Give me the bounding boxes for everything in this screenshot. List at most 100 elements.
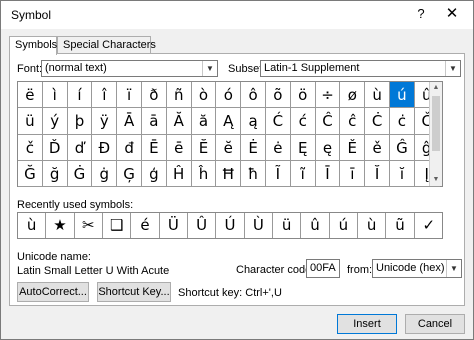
- symbol-cell[interactable]: ā: [142, 108, 167, 135]
- symbol-cell[interactable]: Ě: [340, 134, 366, 161]
- symbol-cell[interactable]: Ħ: [216, 160, 242, 187]
- symbol-cell[interactable]: í: [67, 82, 93, 109]
- recent-symbol-cell[interactable]: û: [301, 213, 330, 238]
- scrollbar-thumb[interactable]: [432, 96, 440, 151]
- symbol-cell[interactable]: Ĭ: [365, 160, 390, 187]
- help-icon[interactable]: ?: [411, 4, 431, 24]
- recent-symbol-cell[interactable]: ★: [46, 213, 75, 238]
- recent-symbol-cell[interactable]: Û: [188, 213, 217, 238]
- symbol-cell[interactable]: Ā: [117, 108, 142, 135]
- character-code-label: Character code:: [236, 264, 315, 276]
- chevron-down-icon[interactable]: ▼: [445, 61, 460, 76]
- symbol-cell[interactable]: ă: [191, 108, 217, 135]
- symbol-cell[interactable]: Ę: [290, 134, 316, 161]
- symbol-grid-scrollbar[interactable]: ▲ ▼: [429, 82, 442, 186]
- symbol-cell[interactable]: Ġ: [67, 160, 93, 187]
- symbol-cell[interactable]: Ĥ: [166, 160, 192, 187]
- symbol-cell[interactable]: ď: [67, 134, 93, 161]
- recent-symbol-cell[interactable]: ✂: [75, 213, 103, 238]
- tab-special-characters[interactable]: Special Characters: [57, 36, 156, 54]
- chevron-down-icon[interactable]: ▼: [446, 260, 461, 277]
- recent-symbol-cell[interactable]: ũ: [386, 213, 415, 238]
- symbol-cell[interactable]: ą: [241, 108, 266, 135]
- symbol-cell[interactable]: ì: [42, 82, 68, 109]
- tab-symbols[interactable]: Symbols: [9, 36, 57, 55]
- symbol-cell[interactable]: ð: [142, 82, 167, 109]
- symbol-cell[interactable]: ġ: [92, 160, 118, 187]
- recent-symbol-cell[interactable]: Ù: [245, 213, 273, 238]
- symbol-cell[interactable]: č: [18, 134, 43, 161]
- shortcut-key-button[interactable]: Shortcut Key...: [97, 282, 171, 302]
- symbol-cell[interactable]: ñ: [166, 82, 192, 109]
- insert-button[interactable]: Insert: [337, 314, 397, 334]
- symbol-cell[interactable]: ĕ: [216, 134, 242, 161]
- symbol-cell[interactable]: ģ: [142, 160, 167, 187]
- recent-symbol-cell[interactable]: ❑: [103, 213, 132, 238]
- symbol-cell[interactable]: ĥ: [191, 160, 217, 187]
- symbol-cell[interactable]: Ď: [42, 134, 68, 161]
- symbol-cell[interactable]: î: [92, 82, 118, 109]
- recent-symbol-cell[interactable]: ü: [273, 213, 302, 238]
- symbol-cell[interactable]: õ: [266, 82, 291, 109]
- symbol-cell[interactable]: đ: [117, 134, 142, 161]
- symbol-cell[interactable]: Ĝ: [390, 134, 415, 161]
- symbol-cell[interactable]: Ĉ: [315, 108, 341, 135]
- symbol-cell[interactable]: ĭ: [390, 160, 415, 187]
- symbol-cell[interactable]: Ģ: [117, 160, 142, 187]
- subset-dropdown[interactable]: Latin-1 Supplement ▼: [260, 60, 461, 77]
- symbol-cell[interactable]: ò: [191, 82, 217, 109]
- symbol-cell[interactable]: ğ: [42, 160, 68, 187]
- symbol-cell[interactable]: ĉ: [340, 108, 366, 135]
- symbol-cell[interactable]: Ċ: [365, 108, 390, 135]
- symbol-cell[interactable]: ĩ: [290, 160, 316, 187]
- symbol-cell[interactable]: ī: [340, 160, 366, 187]
- chevron-down-icon[interactable]: ▼: [202, 61, 217, 76]
- symbol-cell[interactable]: Ė: [241, 134, 266, 161]
- symbol-cell[interactable]: ě: [365, 134, 390, 161]
- font-dropdown[interactable]: (normal text) ▼: [41, 60, 218, 77]
- symbol-cell[interactable]: Ī: [315, 160, 341, 187]
- recent-symbol-cell[interactable]: ú: [330, 213, 358, 238]
- symbol-cell[interactable]: ö: [290, 82, 316, 109]
- arrow-down-icon[interactable]: ▼: [430, 174, 442, 186]
- symbol-cell[interactable]: ï: [117, 82, 142, 109]
- symbol-cell[interactable]: ę: [315, 134, 341, 161]
- symbol-cell[interactable]: Ĩ: [266, 160, 291, 187]
- recent-symbol-cell[interactable]: ✓: [415, 213, 443, 238]
- close-icon[interactable]: ✕: [438, 3, 466, 25]
- symbol-cell[interactable]: ü: [18, 108, 43, 135]
- autocorrect-button[interactable]: AutoCorrect...: [17, 282, 89, 302]
- shortcut-key-text: Shortcut key: Ctrl+',U: [178, 287, 282, 299]
- recent-symbol-cell[interactable]: Ú: [216, 213, 245, 238]
- recent-symbol-cell[interactable]: ù: [358, 213, 387, 238]
- symbol-cell[interactable]: ë: [18, 82, 43, 109]
- symbol-cell[interactable]: Đ: [92, 134, 118, 161]
- symbol-cell[interactable]: ú: [390, 82, 415, 109]
- recent-symbol-cell[interactable]: Ü: [160, 213, 188, 238]
- symbol-cell[interactable]: Ć: [266, 108, 291, 135]
- symbol-cell[interactable]: ÿ: [92, 108, 118, 135]
- symbol-cell[interactable]: ē: [166, 134, 192, 161]
- character-code-input[interactable]: 00FA: [306, 259, 340, 278]
- symbol-cell[interactable]: ħ: [241, 160, 266, 187]
- symbol-cell[interactable]: ÷: [315, 82, 341, 109]
- recent-symbol-cell[interactable]: é: [131, 213, 160, 238]
- from-dropdown[interactable]: Unicode (hex) ▼: [372, 259, 462, 278]
- symbol-cell[interactable]: ė: [266, 134, 291, 161]
- symbol-cell[interactable]: Ĕ: [191, 134, 217, 161]
- symbol-cell[interactable]: þ: [67, 108, 93, 135]
- symbol-cell[interactable]: ċ: [390, 108, 415, 135]
- symbol-cell[interactable]: Ą: [216, 108, 242, 135]
- symbol-cell[interactable]: Ē: [142, 134, 167, 161]
- arrow-up-icon[interactable]: ▲: [430, 82, 442, 94]
- symbol-cell[interactable]: ù: [365, 82, 390, 109]
- symbol-cell[interactable]: ø: [340, 82, 366, 109]
- symbol-cell[interactable]: ý: [42, 108, 68, 135]
- cancel-button[interactable]: Cancel: [405, 314, 465, 334]
- symbol-cell[interactable]: ó: [216, 82, 242, 109]
- symbol-cell[interactable]: Ă: [166, 108, 192, 135]
- symbol-cell[interactable]: ć: [290, 108, 316, 135]
- symbol-cell[interactable]: ô: [241, 82, 266, 109]
- symbol-cell[interactable]: Ğ: [18, 160, 43, 187]
- recent-symbol-cell[interactable]: ù: [18, 213, 47, 238]
